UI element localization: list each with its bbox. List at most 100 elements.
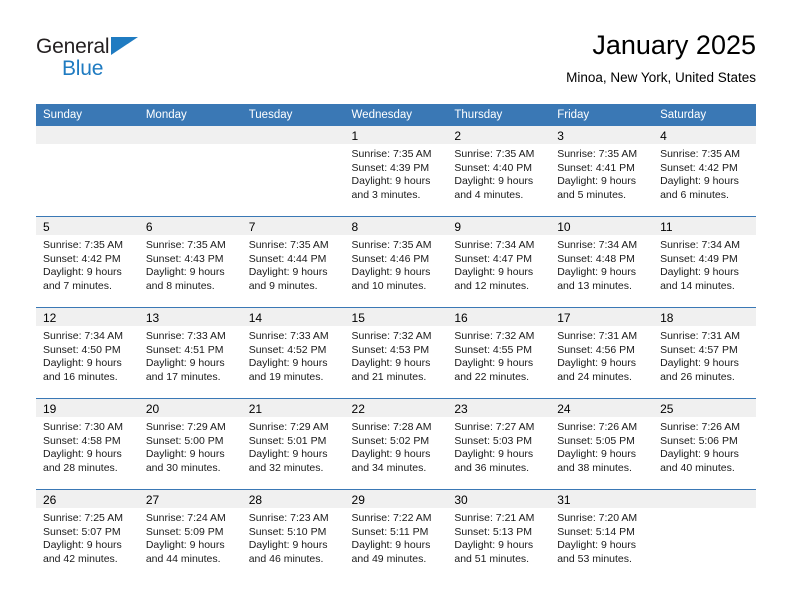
day-sun-info: Sunrise: 7:32 AM Sunset: 4:55 PM Daylight:… bbox=[447, 326, 550, 384]
calendar-day-cell[interactable]: 31 Sunrise: 7:20 AM Sunset: 5:14 PM Dayligh… bbox=[550, 489, 654, 580]
calendar-table: Sunday Monday Tuesday Wednesday Thursday Frid… bbox=[36, 104, 756, 580]
day-info-line: Sunrise: 7:35 AM bbox=[43, 239, 123, 251]
day-info-line: Daylight: 9 hours bbox=[454, 539, 534, 552]
day-info-line: and 38 minutes. bbox=[557, 461, 632, 474]
calendar-empty-cell bbox=[36, 126, 139, 217]
day-info-line: Daylight: 9 hours bbox=[454, 175, 534, 188]
day-sun-info: Sunrise: 7:25 AM Sunset: 5:07 PM Daylight:… bbox=[36, 508, 139, 566]
day-sun-info: Sunrise: 7:24 AM Sunset: 5:09 PM Daylight:… bbox=[139, 508, 242, 566]
day-number: 11 bbox=[653, 217, 756, 235]
calendar-day-cell[interactable]: 22 Sunrise: 7:28 AM Sunset: 5:02 PM Dayligh… bbox=[344, 398, 448, 490]
day-info-line: Daylight: 9 hours bbox=[454, 266, 534, 279]
day-info-line: and 9 minutes. bbox=[248, 279, 318, 292]
calendar-day-cell[interactable]: 24 Sunrise: 7:26 AM Sunset: 5:05 PM Dayligh… bbox=[550, 398, 654, 490]
day-sun-info: Sunrise: 7:26 AM Sunset: 5:06 PM Daylight:… bbox=[653, 417, 756, 475]
day-number: 28 bbox=[241, 490, 345, 508]
calendar-day-cell[interactable]: 19 Sunrise: 7:30 AM Sunset: 4:58 PM Dayligh… bbox=[36, 398, 139, 490]
day-sun-info: Sunrise: 7:22 AM Sunset: 5:11 PM Daylight:… bbox=[345, 508, 448, 566]
calendar-day-cell[interactable]: 12 Sunrise: 7:34 AM Sunset: 4:50 PM Dayligh… bbox=[36, 307, 139, 399]
calendar-day-cell[interactable]: 10 Sunrise: 7:34 AM Sunset: 4:48 PM Dayligh… bbox=[550, 216, 654, 308]
day-sun-info: Sunrise: 7:30 AM Sunset: 4:58 PM Daylight:… bbox=[36, 417, 139, 475]
calendar-empty-cell bbox=[241, 126, 345, 217]
calendar-day-cell[interactable]: 18 Sunrise: 7:31 AM Sunset: 4:57 PM Dayligh… bbox=[653, 307, 756, 399]
calendar-day-cell[interactable]: 13 Sunrise: 7:33 AM Sunset: 4:51 PM Dayligh… bbox=[138, 307, 242, 399]
day-info-line: Daylight: 9 hours bbox=[248, 539, 328, 552]
calendar-day-cell[interactable]: 9 Sunrise: 7:34 AM Sunset: 4:47 PM Daylight… bbox=[447, 216, 551, 308]
day-number: 16 bbox=[447, 308, 551, 326]
day-info-line: Daylight: 9 hours bbox=[43, 266, 122, 279]
calendar-day-cell[interactable]: 16 Sunrise: 7:32 AM Sunset: 4:55 PM Dayligh… bbox=[447, 307, 551, 399]
day-info-line: Sunset: 4:41 PM bbox=[557, 161, 635, 174]
day-info-line: Sunset: 4:40 PM bbox=[454, 161, 533, 174]
day-info-line: Daylight: 9 hours bbox=[351, 175, 431, 188]
day-info-line: Daylight: 9 hours bbox=[43, 357, 122, 370]
day-info-line: Sunset: 4:42 PM bbox=[660, 161, 738, 174]
day-info-line: Sunrise: 7:33 AM bbox=[248, 330, 329, 342]
calendar-day-cell[interactable]: 3 Sunrise: 7:35 AM Sunset: 4:41 PM Daylight… bbox=[550, 126, 654, 217]
day-number: 21 bbox=[241, 399, 345, 417]
day-info-line: and 28 minutes. bbox=[43, 461, 118, 474]
calendar-day-cell[interactable]: 27 Sunrise: 7:24 AM Sunset: 5:09 PM Dayligh… bbox=[138, 489, 242, 580]
calendar-day-cell[interactable]: 25 Sunrise: 7:26 AM Sunset: 5:06 PM Dayligh… bbox=[653, 398, 756, 490]
day-sun-info: Sunrise: 7:35 AM Sunset: 4:41 PM Daylight:… bbox=[550, 144, 653, 202]
calendar-day-cell[interactable]: 11 Sunrise: 7:34 AM Sunset: 4:49 PM Dayligh… bbox=[653, 216, 756, 308]
calendar-day-cell[interactable]: 17 Sunrise: 7:31 AM Sunset: 4:56 PM Dayligh… bbox=[550, 307, 654, 399]
day-number: 13 bbox=[138, 308, 242, 326]
day-sun-info: Sunrise: 7:35 AM Sunset: 4:40 PM Daylight:… bbox=[447, 144, 550, 202]
day-info-line: Daylight: 9 hours bbox=[660, 357, 739, 370]
calendar-day-cell[interactable]: 5 Sunrise: 7:35 AM Sunset: 4:42 PM Daylight… bbox=[36, 216, 139, 308]
day-info-line: Sunset: 5:01 PM bbox=[248, 434, 327, 447]
day-sun-info: Sunrise: 7:33 AM Sunset: 4:51 PM Daylight:… bbox=[139, 326, 242, 384]
day-sun-info: Sunrise: 7:27 AM Sunset: 5:03 PM Daylight:… bbox=[447, 417, 550, 475]
day-info-line: Sunset: 5:03 PM bbox=[454, 434, 533, 447]
day-info-line: Sunrise: 7:35 AM bbox=[351, 148, 432, 160]
weekday-header: Sunday Monday Tuesday Wednesday Thursday Frid… bbox=[36, 104, 756, 126]
calendar-day-cell[interactable]: 26 Sunrise: 7:25 AM Sunset: 5:07 PM Dayligh… bbox=[36, 489, 139, 580]
day-info-line: Sunset: 4:50 PM bbox=[43, 343, 121, 356]
calendar-page: General Blue January 2025 Minoa, New Yor… bbox=[0, 0, 792, 612]
day-info-line: Sunrise: 7:30 AM bbox=[43, 421, 123, 433]
day-info-line: and 34 minutes. bbox=[351, 461, 427, 474]
calendar-day-cell[interactable]: 29 Sunrise: 7:22 AM Sunset: 5:11 PM Dayligh… bbox=[344, 489, 448, 580]
calendar-day-cell[interactable]: 4 Sunrise: 7:35 AM Sunset: 4:42 PM Daylight… bbox=[653, 126, 756, 217]
calendar-day-cell[interactable]: 2 Sunrise: 7:35 AM Sunset: 4:40 PM Daylight… bbox=[447, 126, 551, 217]
day-sun-info: Sunrise: 7:21 AM Sunset: 5:13 PM Daylight:… bbox=[447, 508, 550, 566]
day-info-line: Daylight: 9 hours bbox=[351, 448, 431, 461]
day-number: 26 bbox=[36, 490, 139, 508]
calendar-day-cell[interactable]: 7 Sunrise: 7:35 AM Sunset: 4:44 PM Daylight… bbox=[241, 216, 345, 308]
day-info-line: Sunrise: 7:22 AM bbox=[351, 512, 432, 524]
day-number: 25 bbox=[653, 399, 756, 417]
calendar-day-cell[interactable]: 20 Sunrise: 7:29 AM Sunset: 5:00 PM Dayligh… bbox=[138, 398, 242, 490]
day-info-line: Daylight: 9 hours bbox=[454, 357, 534, 370]
day-info-line: Daylight: 9 hours bbox=[660, 175, 739, 188]
day-info-line: Daylight: 9 hours bbox=[43, 539, 122, 552]
calendar-day-cell[interactable]: 21 Sunrise: 7:29 AM Sunset: 5:01 PM Dayligh… bbox=[241, 398, 345, 490]
calendar-day-cell[interactable]: 8 Sunrise: 7:35 AM Sunset: 4:46 PM Daylight… bbox=[344, 216, 448, 308]
calendar-day-cell[interactable]: 30 Sunrise: 7:21 AM Sunset: 5:13 PM Dayligh… bbox=[447, 489, 551, 580]
calendar-day-cell[interactable]: 1 Sunrise: 7:35 AM Sunset: 4:39 PM Daylight… bbox=[344, 126, 448, 217]
day-info-line: Daylight: 9 hours bbox=[557, 175, 637, 188]
day-sun-info: Sunrise: 7:23 AM Sunset: 5:10 PM Daylight:… bbox=[242, 508, 345, 566]
day-number: 3 bbox=[550, 126, 654, 144]
day-number: 27 bbox=[138, 490, 242, 508]
day-info-line: and 16 minutes. bbox=[43, 370, 118, 383]
calendar-day-cell[interactable]: 6 Sunrise: 7:35 AM Sunset: 4:43 PM Daylight… bbox=[138, 216, 242, 308]
calendar-day-cell[interactable]: 28 Sunrise: 7:23 AM Sunset: 5:10 PM Dayligh… bbox=[241, 489, 345, 580]
day-number: 23 bbox=[447, 399, 551, 417]
calendar-day-cell[interactable]: 14 Sunrise: 7:33 AM Sunset: 4:52 PM Dayligh… bbox=[241, 307, 345, 399]
title-block: January 2025 Minoa, New York, United Sta… bbox=[566, 28, 756, 88]
day-info-line: Sunset: 5:09 PM bbox=[145, 525, 224, 538]
day-info-line: Sunset: 4:44 PM bbox=[248, 252, 327, 265]
calendar-day-cell[interactable]: 23 Sunrise: 7:27 AM Sunset: 5:03 PM Dayligh… bbox=[447, 398, 551, 490]
day-info-line: Daylight: 9 hours bbox=[145, 539, 225, 552]
day-sun-info: Sunrise: 7:34 AM Sunset: 4:48 PM Daylight:… bbox=[550, 235, 653, 293]
day-info-line: Sunrise: 7:35 AM bbox=[557, 148, 638, 160]
calendar-day-cell[interactable]: 15 Sunrise: 7:32 AM Sunset: 4:53 PM Dayligh… bbox=[344, 307, 448, 399]
day-number: 31 bbox=[550, 490, 654, 508]
day-info-line: Sunset: 4:46 PM bbox=[351, 252, 430, 265]
day-number bbox=[138, 126, 242, 144]
day-number: 15 bbox=[344, 308, 448, 326]
day-info-line: Sunset: 4:43 PM bbox=[145, 252, 224, 265]
day-number: 24 bbox=[550, 399, 654, 417]
day-info-line: Sunrise: 7:35 AM bbox=[351, 239, 432, 251]
